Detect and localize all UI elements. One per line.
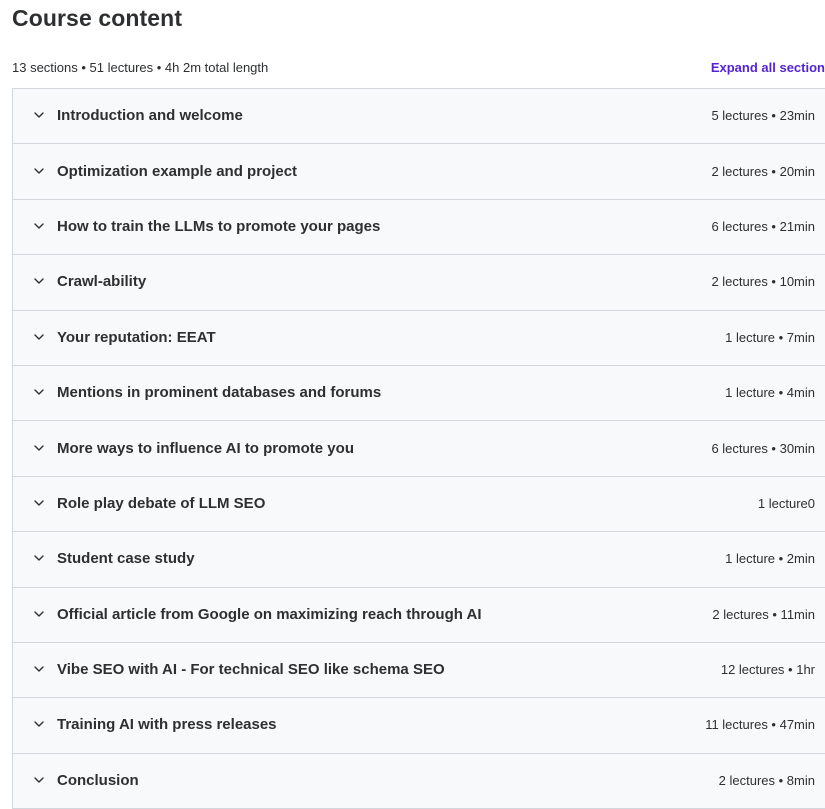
section-item[interactable]: More ways to influence AI to promote you… — [13, 421, 825, 477]
section-title: Mentions in prominent databases and foru… — [57, 384, 382, 402]
course-summary-row: 13 sections • 51 lectures • 4h 2m total … — [12, 58, 825, 78]
chevron-down-icon — [33, 552, 45, 564]
section-title: More ways to influence AI to promote you — [57, 439, 354, 457]
course-summary: 13 sections • 51 lectures • 4h 2m total … — [12, 60, 269, 75]
section-lecture-count: 2 lectures • 10min — [711, 274, 815, 290]
section-lecture-count: 11 lectures • 47min — [705, 717, 815, 733]
section-item[interactable]: Introduction and welcome 5 lectures • 23… — [13, 89, 825, 145]
section-item[interactable]: Optimization example and project 2 lectu… — [13, 144, 825, 200]
chevron-down-icon — [33, 663, 45, 675]
chevron-down-icon — [33, 109, 45, 121]
chevron-down-icon — [33, 442, 45, 454]
section-item[interactable]: Training AI with press releases 11 lectu… — [13, 698, 825, 754]
section-title: Conclusion — [57, 771, 139, 789]
section-lecture-count: 1 lecture • 4min — [725, 385, 815, 401]
chevron-down-icon — [33, 331, 45, 343]
section-item[interactable]: Official article from Google on maximizi… — [13, 587, 825, 643]
section-title: Crawl-ability — [57, 273, 147, 291]
chevron-down-icon — [33, 774, 45, 786]
section-item[interactable]: How to train the LLMs to promote your pa… — [13, 199, 825, 256]
section-item[interactable]: Mentions in prominent databases and foru… — [13, 365, 825, 422]
chevron-down-icon — [33, 718, 45, 730]
section-lecture-count: 2 lectures • 20min — [711, 163, 815, 179]
chevron-down-icon — [33, 497, 45, 509]
section-lecture-count: 6 lectures • 21min — [711, 218, 815, 234]
section-item[interactable]: Crawl-ability 2 lectures • 10min — [13, 255, 825, 311]
section-title: Official article from Google on maximizi… — [57, 605, 482, 623]
section-title: Vibe SEO with AI - For technical SEO lik… — [57, 661, 445, 679]
section-title: Training AI with press releases — [57, 716, 277, 734]
section-title: Introduction and welcome — [57, 107, 243, 125]
section-item[interactable]: Student case study 1 lecture • 2min — [13, 532, 825, 588]
section-item[interactable]: Your reputation: EEAT 1 lecture • 7min — [13, 310, 825, 366]
section-list: Introduction and welcome 5 lectures • 23… — [12, 88, 825, 809]
section-lecture-count: 12 lectures • 1hr — [720, 662, 815, 678]
chevron-down-icon — [33, 275, 45, 287]
page-title: Course content — [12, 5, 183, 31]
section-title: Your reputation: EEAT — [57, 328, 216, 346]
section-title: Student case study — [57, 550, 195, 568]
section-title: Role play debate of LLM SEO — [57, 494, 266, 512]
section-item[interactable]: Role play debate of LLM SEO 1 lecture0 — [13, 476, 825, 533]
section-lecture-count: 5 lectures • 23min — [711, 108, 815, 124]
section-lecture-count: 1 lecture • 7min — [725, 329, 815, 345]
expand-all-sections-button[interactable]: Expand all section — [711, 58, 825, 78]
section-title: Optimization example and project — [57, 162, 298, 180]
section-lecture-count: 6 lectures • 30min — [711, 440, 815, 456]
chevron-down-icon — [33, 386, 45, 398]
section-item[interactable]: Conclusion 2 lectures • 8min — [13, 753, 825, 809]
section-title: How to train the LLMs to promote your pa… — [57, 217, 381, 235]
section-item[interactable]: Vibe SEO with AI - For technical SEO lik… — [13, 642, 825, 699]
section-lecture-count: 2 lectures • 8min — [718, 772, 815, 788]
section-lecture-count: 1 lecture • 2min — [725, 551, 815, 567]
chevron-down-icon — [33, 608, 45, 620]
chevron-down-icon — [33, 220, 45, 232]
chevron-down-icon — [33, 165, 45, 177]
section-lecture-count: 1 lecture0 — [757, 495, 815, 511]
section-lecture-count: 2 lectures • 11min — [712, 606, 815, 622]
